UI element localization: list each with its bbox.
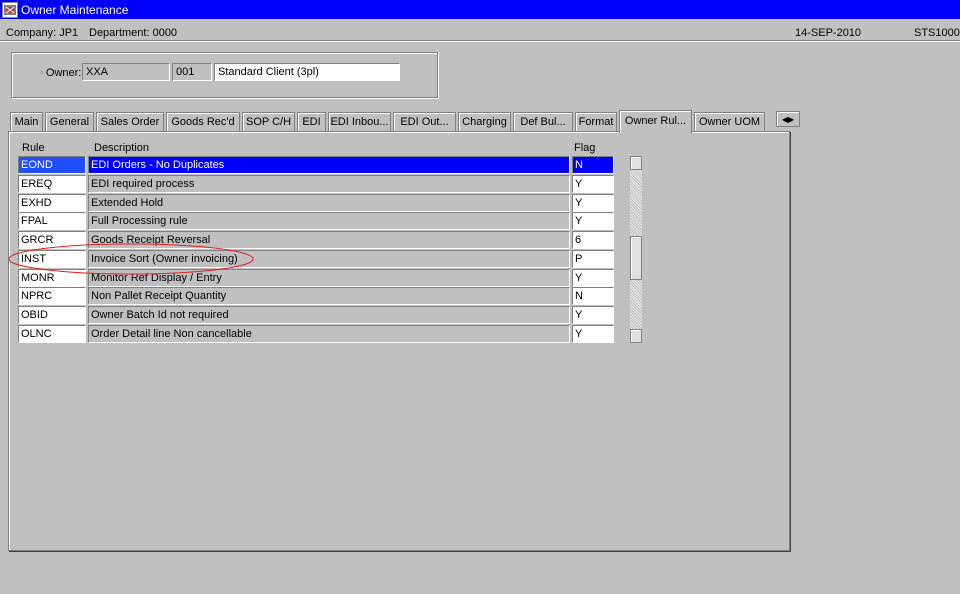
window-title: Owner Maintenance [21,2,129,17]
title-bar: Owner Maintenance [0,0,960,19]
table-row[interactable]: EREQ EDI required process Y [18,175,618,193]
flag-cell[interactable]: Y [572,194,614,212]
department-label: Department: 0000 [89,27,178,39]
description-cell[interactable]: Extended Hold [88,194,570,212]
column-header-rule: Rule [22,142,45,154]
rule-cell[interactable]: EREQ [18,175,86,193]
tab-main[interactable]: Main [10,112,43,132]
tab-edi-inbound[interactable]: EDI Inbou... [328,112,391,132]
tab-format[interactable]: Format [575,112,617,132]
tab-owner-uom[interactable]: Owner UOM [694,112,765,132]
owner-label: ◦ Owner: [40,67,81,79]
tab-edi[interactable]: EDI [297,112,326,132]
date-label: 14-SEP-2010 [795,27,862,39]
table-row[interactable]: OLNC Order Detail line Non cancellable Y [18,325,618,343]
scroll-down-button[interactable] [630,329,642,343]
description-cell[interactable]: Order Detail line Non cancellable [88,325,570,343]
flag-cell[interactable]: Y [572,212,614,230]
owner-name-field[interactable]: Standard Client (3pl) [214,63,400,81]
company-label: Company: JP1 [6,27,79,39]
flag-cell[interactable]: Y [572,269,614,287]
flag-cell[interactable]: N [572,156,614,174]
annotation-ellipse [8,243,254,275]
tab-general[interactable]: General [45,112,94,132]
header-divider [0,40,960,42]
scroll-up-button[interactable] [630,156,642,170]
description-cell[interactable]: Owner Batch Id not required [88,306,570,324]
owner-label-text: Owner: [45,67,82,79]
flag-cell[interactable]: Y [572,175,614,193]
rule-cell[interactable]: EXHD [18,194,86,212]
flag-cell[interactable]: Y [572,306,614,324]
rule-cell[interactable]: OLNC [18,325,86,343]
description-cell[interactable]: EDI Orders - No Duplicates [88,156,570,174]
tab-edi-outbound[interactable]: EDI Out... [393,112,456,132]
column-header-flag: Flag [574,142,596,154]
flag-cell[interactable]: P [572,250,614,268]
tab-def-bulk[interactable]: Def Bul... [513,112,573,132]
table-row[interactable]: FPAL Full Processing rule Y [18,212,618,230]
rule-cell[interactable]: NPRC [18,287,86,305]
rule-cell[interactable]: FPAL [18,212,86,230]
table-row[interactable]: NPRC Non Pallet Receipt Quantity N [18,287,618,305]
tab-charging[interactable]: Charging [458,112,511,132]
description-cell[interactable]: Full Processing rule [88,212,570,230]
column-header-description: Description [94,142,150,154]
description-cell[interactable]: Non Pallet Receipt Quantity [88,287,570,305]
tab-scroll-button[interactable]: ◀▶ [776,111,800,127]
tab-owner-rules[interactable]: Owner Rul... [619,110,692,133]
left-right-arrows-icon: ◀▶ [781,114,795,124]
table-row[interactable]: EXHD Extended Hold Y [18,194,618,212]
table-row[interactable]: EOND EDI Orders - No Duplicates N [18,156,618,174]
description-cell[interactable]: EDI required process [88,175,570,193]
tab-goods-recd[interactable]: Goods Rec'd [166,112,240,132]
owner-code-field[interactable]: XXA [82,63,170,81]
tab-sop-ch[interactable]: SOP C/H [242,112,295,132]
flag-cell[interactable]: Y [572,325,614,343]
rule-cell[interactable]: OBID [18,306,86,324]
owner-number-field[interactable]: 001 [172,63,212,81]
flag-cell[interactable]: 6 [572,231,614,249]
grid-scrollbar[interactable] [630,156,642,343]
rule-cell[interactable]: EOND [18,156,86,174]
required-marker-icon: ◦ [40,67,44,79]
oracle-forms-app-icon[interactable] [2,1,18,18]
status-info-bar: Company: JP1 Department: 0000 14-SEP-201… [0,27,960,39]
scroll-thumb[interactable] [630,236,642,280]
module-code-label: STS1000 [914,27,960,39]
table-row[interactable]: OBID Owner Batch Id not required Y [18,306,618,324]
flag-cell[interactable]: N [572,287,614,305]
tab-sales-order[interactable]: Sales Order [96,112,164,132]
